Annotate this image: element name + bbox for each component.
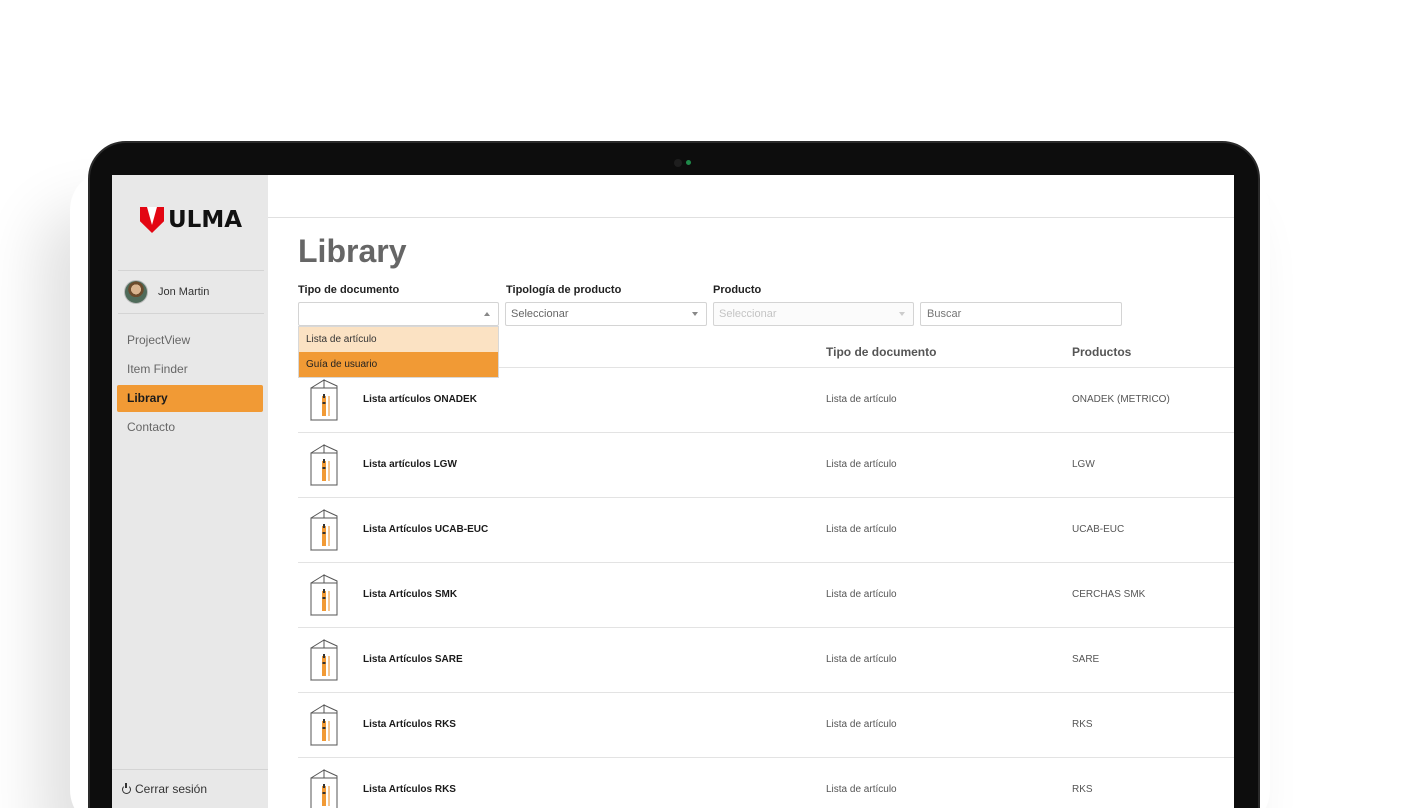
sidebar-item-projectview[interactable]: ProjectView <box>117 327 263 354</box>
row-doc-type: Lista de artículo <box>826 784 897 795</box>
table-row[interactable]: Lista Artículos UCAB-EUC Lista de artícu… <box>298 498 1234 563</box>
table-row[interactable]: Lista Artículos RKS Lista de artículo RK… <box>298 758 1234 808</box>
page-title: Library <box>298 233 407 269</box>
laptop-screen: ULMA Jon Martin ProjectView Item Finder … <box>112 175 1234 808</box>
user-profile[interactable]: Jon Martin <box>124 280 209 304</box>
table-row[interactable]: Lista artículos LGW Lista de artículo LG… <box>298 433 1234 498</box>
webcam <box>674 159 682 167</box>
row-product: LGW <box>1072 459 1095 470</box>
row-doc-type: Lista de artículo <box>826 394 897 405</box>
row-title[interactable]: Lista Artículos UCAB-EUC <box>363 524 488 535</box>
main-content: Library Tipo de documento Tipología de p… <box>268 175 1234 808</box>
product-type-label: Tipología de producto <box>506 284 622 296</box>
column-header-doc-type[interactable]: Tipo de documento <box>826 345 936 359</box>
folded-document-icon <box>310 379 338 421</box>
divider <box>118 313 264 314</box>
row-doc-type: Lista de artículo <box>826 589 897 600</box>
product-type-select[interactable]: Seleccionar <box>505 302 707 326</box>
row-product: RKS <box>1072 719 1093 730</box>
row-product: SARE <box>1072 654 1100 665</box>
doc-type-label: Tipo de documento <box>298 284 400 296</box>
ulma-logo[interactable]: ULMA <box>140 207 242 233</box>
chevron-down-icon <box>899 312 905 316</box>
chevron-up-icon <box>484 312 490 316</box>
row-product: RKS <box>1072 784 1093 795</box>
sidebar-nav: ProjectView Item Finder Library Contacto <box>117 327 263 443</box>
logout-button[interactable]: Cerrar sesión <box>112 769 268 808</box>
folded-document-icon <box>310 639 338 681</box>
product-value: Seleccionar <box>719 308 777 320</box>
row-title[interactable]: Lista Artículos SARE <box>363 654 463 665</box>
sidebar-item-contacto[interactable]: Contacto <box>117 414 263 441</box>
folded-document-icon <box>310 444 338 486</box>
top-bar <box>268 175 1234 218</box>
folded-document-icon <box>310 509 338 551</box>
sidebar: ULMA Jon Martin ProjectView Item Finder … <box>112 175 268 808</box>
sidebar-item-item-finder[interactable]: Item Finder <box>117 356 263 383</box>
column-header-products[interactable]: Productos <box>1072 345 1131 359</box>
ulma-logo-icon <box>140 207 164 233</box>
logo-text: ULMA <box>168 207 243 233</box>
row-title[interactable]: Lista Artículos RKS <box>363 719 456 730</box>
logout-label: Cerrar sesión <box>135 782 208 796</box>
row-doc-type: Lista de artículo <box>826 459 897 470</box>
folded-document-icon <box>310 574 338 616</box>
row-title[interactable]: Lista artículos LGW <box>363 459 457 470</box>
power-icon <box>122 783 131 794</box>
doc-type-dropdown: Lista de artículo Guía de usuario <box>298 326 499 378</box>
row-title[interactable]: Lista artículos ONADEK <box>363 394 477 405</box>
dropdown-option-guia-usuario[interactable]: Guía de usuario <box>299 352 498 377</box>
row-title[interactable]: Lista Artículos RKS <box>363 784 456 795</box>
row-doc-type: Lista de artículo <box>826 719 897 730</box>
product-select: Seleccionar <box>713 302 914 326</box>
search-input[interactable] <box>920 302 1122 326</box>
row-product: UCAB-EUC <box>1072 524 1125 535</box>
divider <box>118 270 264 271</box>
row-title[interactable]: Lista Artículos SMK <box>363 589 457 600</box>
table-row[interactable]: Lista Artículos RKS Lista de artículo RK… <box>298 693 1234 758</box>
webcam-led <box>686 160 691 165</box>
row-product: ONADEK (METRICO) <box>1072 394 1170 405</box>
table-row[interactable]: Lista Artículos SARE Lista de artículo S… <box>298 628 1234 693</box>
folded-document-icon <box>310 704 338 746</box>
row-doc-type: Lista de artículo <box>826 654 897 665</box>
dropdown-option-lista-articulo[interactable]: Lista de artículo <box>299 327 498 352</box>
chevron-down-icon <box>692 312 698 316</box>
row-doc-type: Lista de artículo <box>826 524 897 535</box>
row-product: CERCHAS SMK <box>1072 589 1146 600</box>
avatar <box>124 280 148 304</box>
user-name: Jon Martin <box>158 286 210 298</box>
sidebar-item-library[interactable]: Library <box>117 385 263 412</box>
folded-document-icon <box>310 769 338 808</box>
table-row[interactable]: Lista Artículos SMK Lista de artículo CE… <box>298 563 1234 628</box>
product-label: Producto <box>713 284 762 296</box>
doc-type-select[interactable] <box>298 302 499 326</box>
product-type-value: Seleccionar <box>511 308 569 320</box>
